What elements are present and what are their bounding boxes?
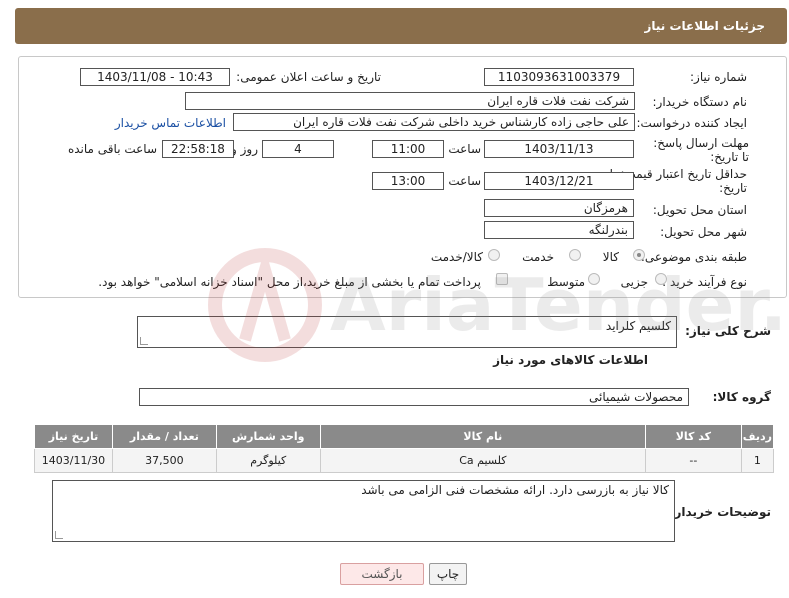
city-field: بندرلنگه: [484, 221, 634, 239]
announce-date-field: 1403/11/08 - 10:43: [80, 68, 230, 86]
back-button[interactable]: بازگشت: [340, 563, 424, 585]
city-label: شهر محل تحویل:: [660, 225, 747, 239]
purchase-type-label: نوع فرآیند خرید :: [662, 275, 747, 289]
cell-need-date: 1403/11/30: [34, 448, 113, 473]
col-item-code: کد کالا: [644, 424, 742, 449]
resize-handle-icon[interactable]: [55, 531, 63, 539]
need-number-label: شماره نیاز:: [690, 70, 747, 84]
province-field: هرمزگان: [484, 199, 634, 217]
creator-label: ایجاد کننده درخواست:: [636, 116, 747, 130]
remaining-label: ساعت باقی مانده: [67, 142, 157, 156]
category-service-radio[interactable]: [569, 249, 581, 261]
remaining-time-field: 22:58:18: [162, 140, 234, 158]
cell-unit: کیلوگرم: [215, 448, 321, 473]
print-button[interactable]: چاپ: [429, 563, 467, 585]
cell-quantity: 37,500: [111, 448, 217, 473]
cell-row-number: 1: [740, 448, 775, 473]
days-label: روز و: [231, 142, 258, 156]
treasury-payment-checkbox[interactable]: [496, 273, 508, 285]
category-both-label: کالا/خدمت: [430, 250, 483, 264]
col-unit: واحد شمارش: [215, 424, 321, 449]
goods-table: ردیف کد کالا نام کالا واحد شمارش تعداد /…: [34, 424, 775, 473]
treasury-payment-note: پرداخت تمام یا بخشی از مبلغ خرید،از محل …: [98, 275, 481, 289]
page-title: جزئیات اطلاعات نیاز: [644, 19, 765, 33]
category-label: طبقه بندی موضوعی:: [640, 250, 747, 264]
category-both-radio[interactable]: [488, 249, 500, 261]
goods-group-label: گروه کالا:: [712, 390, 771, 404]
buyer-notes-field: کالا نیاز به بازرسی دارد. ارائه مشخصات ف…: [52, 480, 675, 542]
table-row: 1 -- کلسیم Ca کیلوگرم 37,500 1403/11/30: [34, 448, 775, 473]
deadline-label: مهلت ارسال پاسخ: تا تاریخ:: [653, 136, 749, 164]
category-goods-radio[interactable]: [633, 249, 645, 261]
purchase-minor-radio[interactable]: [655, 273, 667, 285]
days-field: 4: [262, 140, 334, 158]
purchase-minor-label: جزیی: [620, 275, 648, 289]
page-header: جزئیات اطلاعات نیاز: [15, 8, 787, 44]
purchase-medium-radio[interactable]: [588, 273, 600, 285]
buyer-label: نام دستگاه خریدار:: [652, 95, 748, 109]
summary-text: کلسیم کلراید: [605, 319, 671, 333]
resize-handle-icon[interactable]: [140, 337, 148, 345]
deadline-hour-label: ساعت: [448, 142, 481, 156]
validity-hour-label: ساعت: [448, 174, 481, 188]
buyer-notes-text: کالا نیاز به بازرسی دارد. ارائه مشخصات ف…: [361, 483, 669, 497]
table-header-row: ردیف کد کالا نام کالا واحد شمارش تعداد /…: [34, 424, 775, 449]
need-number-field: 1103093631003379: [484, 68, 634, 86]
cell-item-code: --: [644, 448, 742, 473]
col-item-name: نام کالا: [319, 424, 646, 449]
goods-group-field: محصولات شیمیائی: [139, 388, 689, 406]
deadline-time-field: 11:00: [372, 140, 444, 158]
category-service-label: خدمت: [522, 250, 554, 264]
validity-date-field: 1403/12/21: [484, 172, 634, 190]
col-need-date: تاریخ نیاز: [34, 424, 113, 449]
col-quantity: تعداد / مقدار: [111, 424, 217, 449]
goods-info-title: اطلاعات کالاهای مورد نیاز: [493, 353, 648, 367]
category-goods-label: کالا: [602, 250, 619, 264]
summary-label: شرح کلی نیاز:: [685, 324, 771, 338]
buyer-notes-label: توضیحات خریدار:: [669, 505, 771, 519]
cell-item-name: کلسیم Ca: [319, 448, 646, 473]
validity-time-field: 13:00: [372, 172, 444, 190]
buyer-field: شرکت نفت فلات قاره ایران: [185, 92, 635, 110]
deadline-date-field: 1403/11/13: [484, 140, 634, 158]
summary-field: کلسیم کلراید: [137, 316, 677, 348]
province-label: استان محل تحویل:: [652, 203, 747, 217]
creator-field: علی حاجی زاده کارشناس خرید داخلی شرکت نف…: [233, 113, 635, 131]
col-row-number: ردیف: [740, 424, 775, 449]
announce-date-label: تاریخ و ساعت اعلان عمومی:: [236, 70, 381, 84]
buyer-contact-link[interactable]: اطلاعات تماس خریدار: [115, 116, 226, 130]
purchase-medium-label: متوسط: [547, 275, 585, 289]
